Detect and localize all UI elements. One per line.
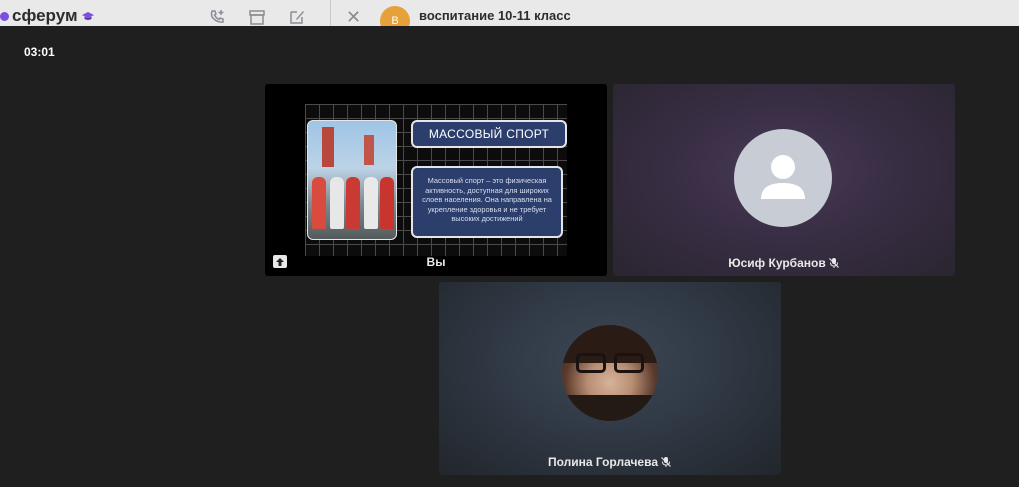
avatar-placeholder (734, 129, 832, 227)
slide-body: Массовый спорт – это физическая активнос… (411, 166, 563, 238)
close-icon[interactable]: ✕ (346, 8, 361, 26)
participant-name: Полина Горлачева (439, 455, 781, 469)
messenger-header: сферум ✕ В воспитание 10-11 класс (0, 0, 1019, 26)
shared-slide: МАССОВЫЙ СПОРТ Массовый спорт – это физи… (305, 104, 567, 256)
video-tile-participant[interactable]: Юсиф Курбанов (613, 84, 955, 276)
add-call-icon[interactable] (208, 8, 226, 26)
slide-photo (307, 120, 397, 240)
call-overlay: 03:01 МАССОВЫЙ СПОРТ Массовый спорт – эт… (0, 26, 1019, 487)
runner (346, 177, 360, 229)
avatar (562, 325, 658, 421)
participant-name: Вы (265, 255, 607, 269)
slide-title: МАССОВЫЙ СПОРТ (411, 120, 567, 148)
call-timer: 03:01 (24, 45, 55, 59)
brand-dot-icon (0, 11, 9, 21)
compose-icon[interactable] (288, 8, 306, 26)
graduation-cap-icon (81, 12, 94, 20)
participant-name-text: Вы (426, 255, 446, 269)
runner (312, 177, 326, 229)
mic-off-icon (661, 457, 671, 467)
runner (364, 177, 378, 229)
video-tile-participant[interactable]: Полина Горлачева (439, 282, 781, 475)
avatar-clothes (562, 395, 658, 421)
chat-avatar: В (380, 6, 410, 26)
header-divider (330, 0, 331, 26)
chat-title[interactable]: воспитание 10-11 класс (419, 8, 571, 23)
kremlin-tower-2 (364, 135, 374, 165)
video-tile-self[interactable]: МАССОВЫЙ СПОРТ Массовый спорт – это физи… (265, 84, 607, 276)
user-icon (761, 155, 805, 199)
glasses-left (576, 353, 606, 373)
archive-icon[interactable] (248, 8, 266, 26)
brand-logo: сферум (0, 6, 95, 26)
participant-name-text: Юсиф Курбанов (728, 256, 826, 270)
brand-name: сферум (12, 6, 78, 25)
mic-off-icon (828, 258, 839, 268)
glasses-right (614, 353, 644, 373)
participant-name-text: Полина Горлачева (547, 455, 658, 469)
kremlin-tower (322, 127, 334, 167)
runner (330, 177, 344, 229)
participant-name: Юсиф Курбанов (613, 256, 955, 270)
runner (380, 177, 394, 229)
